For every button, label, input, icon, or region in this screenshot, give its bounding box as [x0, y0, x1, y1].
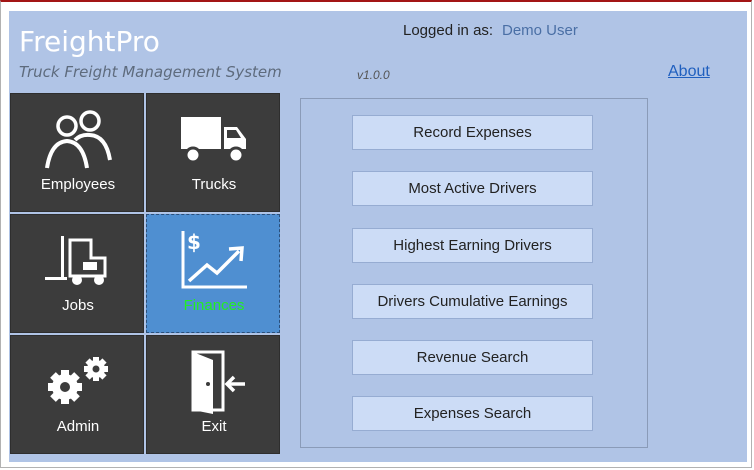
- exit-door-icon: [147, 348, 281, 414]
- drivers-cumulative-earnings-button[interactable]: Drivers Cumulative Earnings: [352, 284, 593, 319]
- finance-menu-panel: Record Expenses Most Active Drivers High…: [300, 98, 648, 448]
- tile-jobs[interactable]: Jobs: [10, 214, 144, 333]
- app-window: FreightPro Truck Freight Management Syst…: [0, 0, 752, 468]
- logged-in-label: Logged in as:: [403, 22, 494, 39]
- tile-label: Exit: [201, 418, 227, 435]
- tile-trucks[interactable]: Trucks: [146, 93, 280, 212]
- gears-icon: [11, 348, 145, 414]
- users-icon: [11, 106, 145, 172]
- version-label: v1.0.0: [357, 68, 390, 82]
- forklift-icon: [11, 227, 145, 293]
- app-title: FreightPro: [19, 25, 160, 58]
- truck-icon: [147, 106, 281, 172]
- tile-label: Trucks: [191, 176, 237, 193]
- tile-label: Admin: [56, 418, 100, 435]
- tile-label: Finances: [183, 297, 245, 314]
- svg-text:$: $: [187, 230, 201, 254]
- about-link[interactable]: About: [668, 63, 710, 81]
- most-active-drivers-button[interactable]: Most Active Drivers: [352, 171, 593, 206]
- revenue-search-button[interactable]: Revenue Search: [352, 340, 593, 375]
- logged-in-user: Demo User: [502, 22, 578, 39]
- highest-earning-drivers-button[interactable]: Highest Earning Drivers: [352, 228, 593, 263]
- record-expenses-button[interactable]: Record Expenses: [352, 115, 593, 150]
- expenses-search-button[interactable]: Expenses Search: [352, 396, 593, 431]
- tile-label: Jobs: [62, 297, 94, 314]
- tile-exit[interactable]: Exit: [146, 335, 280, 454]
- finance-chart-icon: $: [147, 227, 281, 293]
- tile-employees[interactable]: Employees: [10, 93, 144, 212]
- app-subtitle: Truck Freight Management System: [19, 63, 282, 81]
- tile-finances[interactable]: $ Finances: [146, 214, 280, 333]
- tile-admin[interactable]: Admin: [10, 335, 144, 454]
- tile-label: Employees: [40, 176, 116, 193]
